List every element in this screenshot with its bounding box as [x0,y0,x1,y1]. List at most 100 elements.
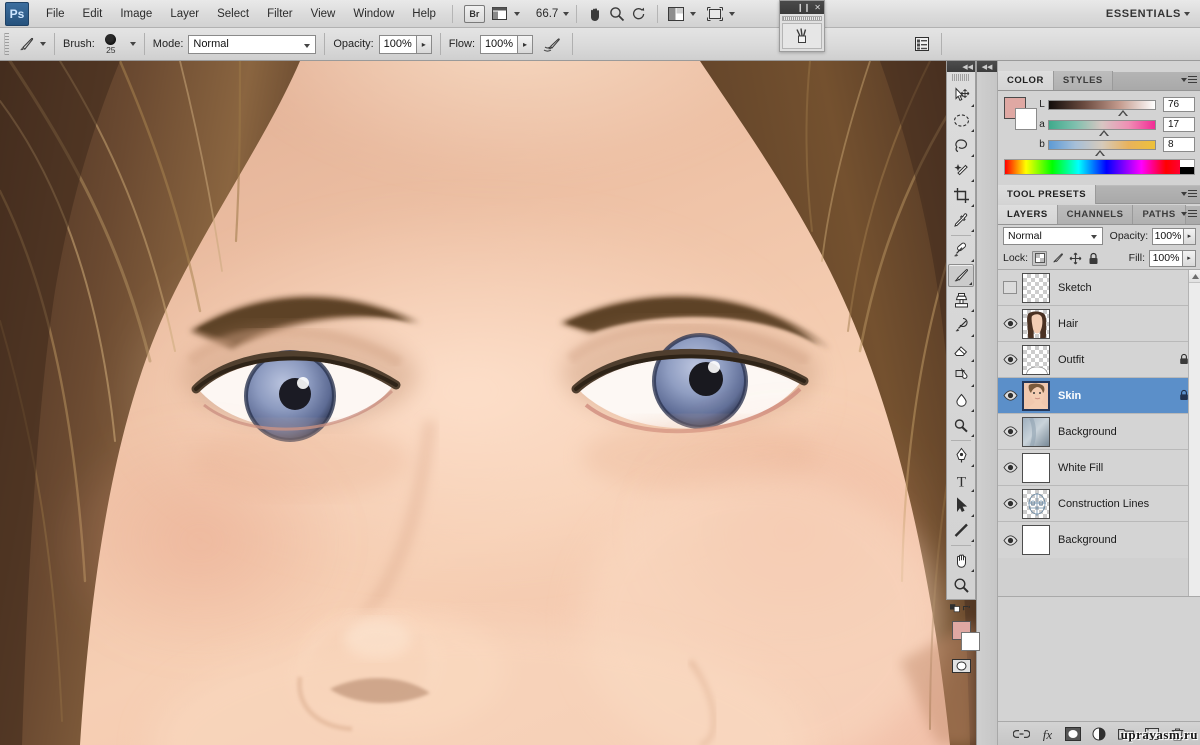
table-row[interactable]: White Fill [998,450,1200,486]
lock-all-icon[interactable] [1086,251,1101,266]
color-swatches[interactable] [952,621,980,655]
double-arrow-left-icon[interactable]: ◀◀ [982,63,993,71]
scroll-up-icon[interactable] [1189,270,1200,283]
pen-tool[interactable] [947,443,975,468]
lasso-tool[interactable] [947,133,975,158]
dock-collapse-rail[interactable]: ◀◀ [977,61,998,745]
brush-panel-icon[interactable] [911,34,933,54]
arrange-documents-chevron-icon[interactable] [690,11,697,16]
menu-help[interactable]: Help [403,4,445,24]
layer-visibility-toggle[interactable] [998,450,1022,486]
layer-thumbnail[interactable] [1022,416,1050,447]
table-row[interactable]: Skin [998,378,1200,414]
layer-thumbnail[interactable] [1022,452,1050,483]
lock-transparent-pixels-icon[interactable] [1032,250,1048,266]
brush-preset-chevron-icon[interactable] [40,42,46,46]
dodge-tool[interactable] [947,413,975,438]
layer-thumbnail[interactable] [1022,380,1050,411]
layer-visibility-toggle[interactable] [998,486,1022,522]
floating-panel-grip[interactable] [782,16,822,21]
line-tool[interactable] [947,518,975,543]
zoom-tool[interactable] [947,573,975,598]
tab-color[interactable]: COLOR [998,71,1054,90]
menu-window[interactable]: Window [344,4,403,24]
screen-mode-icon[interactable] [704,4,726,24]
layer-visibility-toggle[interactable] [998,342,1022,378]
history-brush-tool[interactable] [947,313,975,338]
color-panel-menu-icon[interactable] [1181,76,1197,83]
flow-input[interactable]: 100% [480,34,519,54]
opacity-slider-chevron-icon[interactable]: ▸ [416,34,432,54]
floating-panel-titlebar[interactable]: ❙❙ ✕ [780,1,824,14]
tab-channels[interactable]: CHANNELS [1057,205,1134,224]
color-spectrum-white-black[interactable] [1180,160,1194,174]
lab-a-value[interactable]: 17 [1163,117,1195,132]
default-colors-icon[interactable] [950,602,962,614]
workspace-switcher[interactable]: ESSENTIALS [1106,8,1190,20]
gradient-tool[interactable] [947,363,975,388]
menu-image[interactable]: Image [111,4,161,24]
tools-panel-header[interactable]: ◀◀ [947,61,975,72]
layer-thumbnail[interactable] [1022,308,1050,339]
color-spectrum-ramp[interactable] [1004,159,1195,175]
magic-wand-tool[interactable] [947,158,975,183]
launch-bridge-button[interactable]: Br [463,4,485,23]
hand-tool[interactable] [947,548,975,573]
hand-icon[interactable] [584,4,606,24]
move-tool[interactable] [947,83,975,108]
layer-visibility-toggle[interactable] [998,270,1022,306]
workspace-chevron-icon[interactable] [1184,11,1190,16]
menu-select[interactable]: Select [208,4,258,24]
color-spectrum-hues[interactable] [1005,160,1180,174]
layers-scrollbar[interactable] [1188,270,1200,596]
airbrush-icon[interactable] [542,34,564,54]
tools-panel-grip[interactable] [952,74,970,81]
close-icon[interactable]: ✕ [813,3,822,12]
path-selection-tool[interactable] [947,493,975,518]
options-bar-grip[interactable] [4,33,9,55]
menu-edit[interactable]: Edit [74,4,112,24]
document-canvas[interactable] [0,61,976,745]
table-row[interactable]: Outfit [998,342,1200,378]
layer-thumbnail[interactable] [1022,272,1050,303]
brush-tool[interactable] [948,264,974,287]
lock-image-pixels-icon[interactable] [1050,251,1065,266]
layer-visibility-toggle[interactable] [998,378,1022,414]
layer-fill-input[interactable]: 100% [1149,249,1183,267]
lab-b-slider-thumb[interactable] [1095,149,1105,156]
background-color-swatch[interactable] [1015,108,1037,130]
link-layers-icon[interactable] [1012,725,1030,743]
double-arrow-left-icon[interactable]: ◀◀ [962,63,973,71]
brush-picker-chevron-icon[interactable] [129,42,136,46]
table-row[interactable]: Sketch [998,270,1200,306]
tab-paths[interactable]: PATHS [1133,205,1186,224]
layer-thumbnail[interactable] [1022,344,1050,375]
layer-opacity-input[interactable]: 100% [1152,227,1184,245]
view-extras-icon[interactable] [489,4,511,24]
brush-icon[interactable] [15,34,37,54]
lab-b-slider[interactable] [1048,139,1156,156]
layer-visibility-toggle[interactable] [998,414,1022,450]
crop-tool[interactable] [947,183,975,208]
blur-tool[interactable] [947,388,975,413]
arrange-documents-icon[interactable] [665,4,687,24]
layer-visibility-toggle[interactable] [998,306,1022,342]
layer-opacity-chevron-icon[interactable]: ▸ [1183,227,1196,245]
zoom-icon[interactable] [606,4,628,24]
swap-colors-icon[interactable] [962,602,972,614]
layer-blend-mode-select[interactable]: Normal [1003,227,1103,245]
healing-brush-tool[interactable] [947,238,975,263]
lab-a-slider[interactable] [1048,119,1156,136]
view-extras-chevron-icon[interactable] [513,11,520,16]
menu-filter[interactable]: Filter [258,4,302,24]
floating-brushes-panel[interactable]: ❙❙ ✕ [779,0,825,52]
table-row[interactable]: Background [998,522,1200,558]
blend-mode-chevron-icon[interactable] [304,43,311,48]
menu-layer[interactable]: Layer [161,4,208,24]
layer-style-fx-icon[interactable]: fx [1038,725,1056,743]
zoom-level-chevron-icon[interactable] [563,11,570,16]
table-row[interactable]: Construction Lines [998,486,1200,522]
tab-tool-presets[interactable]: TOOL PRESETS [998,185,1097,204]
opacity-input[interactable]: 100% [378,34,417,54]
layers-panel-menu-icon[interactable] [1181,210,1197,217]
